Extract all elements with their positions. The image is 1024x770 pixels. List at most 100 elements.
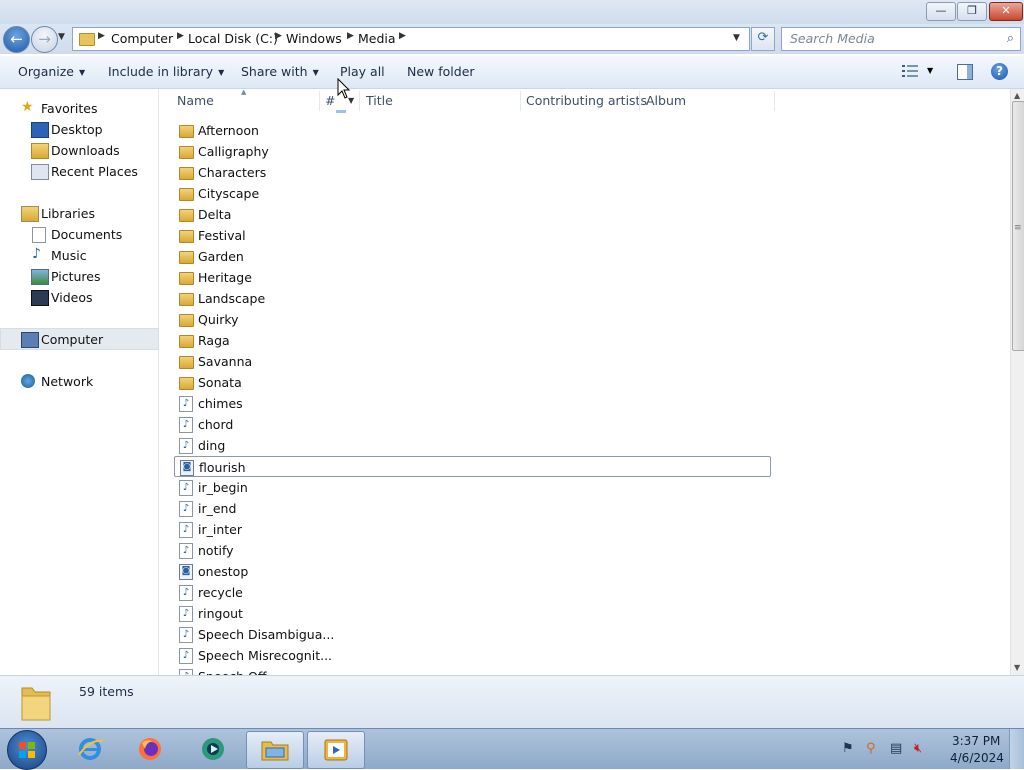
nav-computer[interactable]: Computer xyxy=(0,328,159,350)
column-header-title[interactable]: Title xyxy=(366,93,393,108)
clock-time[interactable]: 3:37 PM xyxy=(952,734,1000,748)
breadcrumb-separator[interactable]: ▶ xyxy=(98,31,105,41)
file-row[interactable]: Raga xyxy=(174,330,771,350)
breadcrumb-computer[interactable]: Computer xyxy=(111,31,173,46)
file-row[interactable]: ♪ ir_end xyxy=(174,498,771,518)
share-with-button[interactable]: Share with ▼ xyxy=(241,64,319,79)
file-name: Raga xyxy=(198,333,230,348)
audio-file-icon: ♪ xyxy=(179,501,193,517)
column-header-contributing-artists[interactable]: Contributing artists xyxy=(526,93,647,108)
file-row[interactable]: Characters xyxy=(174,162,771,182)
file-row[interactable]: ♪Speech Off xyxy=(174,666,771,675)
file-row[interactable]: Festival xyxy=(174,225,771,245)
file-row[interactable]: Quirky xyxy=(174,309,771,329)
file-row[interactable]: ♪ chimes xyxy=(174,393,771,413)
column-divider[interactable] xyxy=(359,91,360,111)
column-header-number[interactable]: # xyxy=(325,93,335,108)
file-row[interactable]: ♪ ringout xyxy=(174,603,771,623)
taskbar-windows-explorer[interactable] xyxy=(246,731,304,769)
search-tray-icon[interactable]: ⚲ xyxy=(866,741,876,756)
minimize-button[interactable]: — xyxy=(926,2,956,21)
file-row[interactable]: Garden xyxy=(174,246,771,266)
vertical-scrollbar[interactable]: ▲ ≡ ▼ xyxy=(1010,89,1024,675)
column-divider[interactable] xyxy=(319,91,320,111)
view-options-dropdown[interactable]: ▼ xyxy=(927,66,933,75)
folder-icon xyxy=(179,377,194,390)
organize-button[interactable]: Organize ▼ xyxy=(18,64,85,79)
column-header-album[interactable]: Album xyxy=(646,93,686,108)
address-bar[interactable]: ▶ Computer ▶ Local Disk (C:) ▶ Windows ▶… xyxy=(72,27,750,51)
recent-pages-dropdown[interactable]: ▼ xyxy=(58,32,65,42)
back-button[interactable]: ← xyxy=(3,26,30,53)
file-row[interactable]: ♪ Speech Misrecognit... xyxy=(174,645,771,665)
breadcrumb-local-disk[interactable]: Local Disk (C:) xyxy=(188,31,278,46)
column-divider[interactable] xyxy=(639,91,640,111)
nav-pictures[interactable]: Pictures xyxy=(0,266,157,286)
nav-network[interactable]: Network xyxy=(0,371,157,391)
column-divider[interactable] xyxy=(774,91,775,111)
taskbar-firefox[interactable] xyxy=(122,731,178,767)
include-in-library-button[interactable]: Include in library ▼ xyxy=(108,64,224,79)
volume-muted-icon[interactable]: 🔇︎ xyxy=(914,741,922,756)
new-folder-button[interactable]: New folder xyxy=(407,64,475,79)
help-icon[interactable]: ? xyxy=(991,63,1008,80)
file-row[interactable]: ♪ ir_begin xyxy=(174,477,771,497)
start-button[interactable] xyxy=(7,730,47,770)
action-center-flag-icon[interactable]: ⚑ xyxy=(842,741,854,756)
breadcrumb-media[interactable]: Media xyxy=(358,31,396,46)
change-view-icon[interactable] xyxy=(902,65,918,77)
nav-downloads[interactable]: Downloads xyxy=(0,140,157,160)
maximize-button[interactable]: ❐ xyxy=(957,2,987,21)
play-all-button[interactable]: Play all xyxy=(340,64,385,79)
star-icon: ★ xyxy=(21,99,34,115)
file-name: Delta xyxy=(198,207,232,222)
file-row[interactable]: Landscape xyxy=(174,288,771,308)
folder-icon xyxy=(179,272,194,285)
breadcrumb-separator[interactable]: ▶ xyxy=(347,31,354,41)
file-row[interactable]: ♪ recycle xyxy=(174,582,771,602)
scroll-down-arrow-icon[interactable]: ▼ xyxy=(1014,663,1020,672)
file-name: Speech Disambigua... xyxy=(198,627,335,642)
breadcrumb-separator[interactable]: ▶ xyxy=(275,31,282,41)
nav-recent-places[interactable]: Recent Places xyxy=(0,161,157,181)
breadcrumb-separator[interactable]: ▶ xyxy=(399,31,406,41)
close-button[interactable]: ✕ xyxy=(989,2,1023,21)
file-row[interactable]: ♪ ding xyxy=(174,435,771,455)
network-tray-icon[interactable]: ▤ xyxy=(890,741,902,756)
refresh-button[interactable]: ⟳ xyxy=(751,27,775,51)
show-desktop-button[interactable] xyxy=(1009,729,1024,769)
file-row[interactable]: Cityscape xyxy=(174,183,771,203)
file-row[interactable]: ♪ chord xyxy=(174,414,771,434)
clock-date[interactable]: 4/6/2024 xyxy=(950,751,1004,765)
file-row[interactable]: Afternoon xyxy=(174,120,771,140)
nav-documents[interactable]: Documents xyxy=(0,224,157,244)
taskbar-media-player[interactable] xyxy=(307,731,365,769)
taskbar-media-app[interactable] xyxy=(185,731,241,767)
file-row[interactable]: Heritage xyxy=(174,267,771,287)
file-row[interactable]: Delta xyxy=(174,204,771,224)
file-row[interactable]: ♪ ir_inter xyxy=(174,519,771,539)
search-icon[interactable]: ⌕ xyxy=(1007,31,1014,46)
preview-pane-icon[interactable] xyxy=(957,64,973,80)
breadcrumb-separator[interactable]: ▶ xyxy=(177,31,184,41)
file-row[interactable]: Sonata xyxy=(174,372,771,392)
search-input[interactable]: Search Media ⌕ xyxy=(781,27,1021,51)
nav-desktop[interactable]: Desktop xyxy=(0,119,157,139)
nav-videos[interactable]: Videos xyxy=(0,287,157,307)
taskbar-internet-explorer[interactable] xyxy=(62,731,118,767)
file-row[interactable]: ♪ notify xyxy=(174,540,771,560)
file-row[interactable]: Calligraphy xyxy=(174,141,771,161)
file-row[interactable]: ◙ onestop xyxy=(174,561,771,581)
column-header-name[interactable]: Name xyxy=(177,93,214,108)
nav-music[interactable]: ♪ Music xyxy=(0,245,157,265)
scroll-up-arrow-icon[interactable]: ▲ xyxy=(1014,91,1020,100)
file-row[interactable]: ◙ flourish xyxy=(174,456,771,477)
nav-favorites[interactable]: ★ Favorites xyxy=(0,98,157,118)
file-row[interactable]: ♪ Speech Disambigua... xyxy=(174,624,771,644)
file-row[interactable]: Savanna xyxy=(174,351,771,371)
column-divider[interactable] xyxy=(520,91,521,111)
address-dropdown[interactable]: ▼ xyxy=(733,33,740,43)
forward-button[interactable]: → xyxy=(31,26,58,53)
nav-libraries[interactable]: Libraries xyxy=(0,203,157,223)
breadcrumb-windows[interactable]: Windows xyxy=(286,31,342,46)
